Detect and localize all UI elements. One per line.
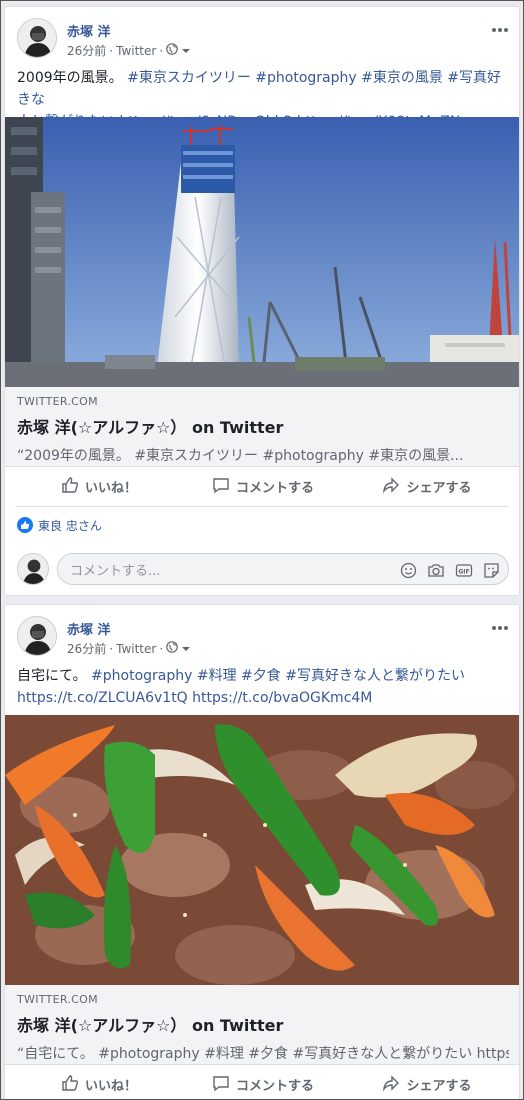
- post-text: 自宅にて。 #photography #料理 #夕食 #写真好きな人と繋がりたい…: [17, 665, 509, 709]
- post-header: 赤塚 洋 26分前 · Twitter ·: [17, 18, 509, 60]
- post-actions: いいね！ コメントする シェアする: [17, 467, 509, 507]
- share-label: シェアする: [406, 1079, 472, 1094]
- comment-input[interactable]: コメントする... GIF: [57, 553, 509, 585]
- more-icon[interactable]: [491, 616, 509, 635]
- like-reaction-icon: [17, 517, 33, 533]
- like-button[interactable]: いいね！: [17, 467, 181, 506]
- post-time[interactable]: 26分前: [67, 42, 106, 59]
- link-preview[interactable]: TWITTER.COM 赤塚 洋(☆アルファ☆） on Twitter “200…: [5, 387, 519, 467]
- comment-button[interactable]: コメントする: [181, 1065, 345, 1100]
- like-label: いいね！: [84, 1079, 137, 1094]
- caret-down-icon[interactable]: [181, 44, 191, 58]
- author-avatar[interactable]: [17, 616, 57, 656]
- author-name[interactable]: 赤塚 洋: [67, 619, 111, 638]
- reactions-summary[interactable]: 東良 忠さん: [17, 515, 102, 535]
- like-label: いいね！: [84, 481, 137, 496]
- post-text-plain: 自宅にて。: [17, 668, 87, 684]
- globe-icon[interactable]: [166, 641, 178, 656]
- author-name[interactable]: 赤塚 洋: [67, 21, 111, 40]
- link-description: “自宅にて。 #photography #料理 #夕食 #写真好きな人と繋がりた…: [17, 1046, 509, 1062]
- camera-icon[interactable]: [427, 562, 445, 583]
- globe-icon[interactable]: [166, 43, 178, 58]
- svg-text:GIF: GIF: [458, 569, 469, 576]
- more-icon[interactable]: [491, 18, 509, 37]
- feed-post: 赤塚 洋 26分前 · Twitter · 2009年の風景。 #東京スカイツリ…: [4, 6, 520, 596]
- post-source: Twitter: [116, 43, 157, 58]
- caret-down-icon[interactable]: [181, 642, 191, 656]
- post-photo-skytree[interactable]: [5, 117, 519, 387]
- share-icon: [382, 476, 400, 498]
- post-photo-food[interactable]: [5, 715, 519, 985]
- link-domain: TWITTER.COM: [17, 993, 98, 1006]
- post-hashtags[interactable]: #photography #料理 #夕食 #写真好きな人と繋がりたい: [91, 668, 465, 684]
- post-meta: 26分前 · Twitter ·: [67, 640, 191, 657]
- like-icon: [61, 476, 79, 498]
- emoji-icon[interactable]: [400, 562, 417, 583]
- reactor-name[interactable]: 東良 忠さん: [38, 517, 102, 534]
- post-links[interactable]: https://t.co/ZLCUA6v1tQ https://t.co/bva…: [17, 690, 372, 706]
- post-time[interactable]: 26分前: [67, 640, 106, 657]
- share-label: シェアする: [406, 481, 472, 496]
- gif-icon[interactable]: GIF: [455, 562, 473, 583]
- comment-placeholder: コメントする...: [70, 563, 161, 579]
- share-icon: [382, 1074, 400, 1096]
- post-actions: いいね！ コメントする シェアする: [17, 1065, 509, 1100]
- link-title[interactable]: 赤塚 洋(☆アルファ☆） on Twitter: [17, 414, 509, 438]
- comment-tools: GIF: [400, 562, 500, 583]
- post-meta: 26分前 · Twitter ·: [67, 42, 191, 59]
- comment-label: コメントする: [235, 481, 314, 496]
- sticker-icon[interactable]: [483, 562, 500, 583]
- feed-post: 赤塚 洋 26分前 · Twitter · 自宅にて。 #photography…: [4, 604, 520, 1100]
- comment-button[interactable]: コメントする: [181, 467, 345, 506]
- link-description: “2009年の風景。 #東京スカイツリー #photography #東京の風景…: [17, 448, 464, 464]
- post-text-plain: 2009年の風景。: [17, 70, 123, 86]
- share-button[interactable]: シェアする: [345, 467, 509, 506]
- post-header: 赤塚 洋 26分前 · Twitter ·: [17, 616, 509, 658]
- author-avatar[interactable]: [17, 18, 57, 58]
- link-preview[interactable]: TWITTER.COM 赤塚 洋(☆アルファ☆） on Twitter “自宅に…: [5, 985, 519, 1065]
- share-button[interactable]: シェアする: [345, 1065, 509, 1100]
- viewer-avatar[interactable]: [17, 553, 49, 585]
- comment-icon: [212, 1074, 230, 1096]
- comment-icon: [212, 476, 230, 498]
- like-button[interactable]: いいね！: [17, 1065, 181, 1100]
- post-source: Twitter: [116, 641, 157, 656]
- comment-composer: コメントする... GIF: [17, 551, 509, 587]
- like-icon: [61, 1074, 79, 1096]
- comment-label: コメントする: [235, 1079, 314, 1094]
- link-title[interactable]: 赤塚 洋(☆アルファ☆） on Twitter: [17, 1012, 509, 1036]
- link-domain: TWITTER.COM: [17, 395, 98, 408]
